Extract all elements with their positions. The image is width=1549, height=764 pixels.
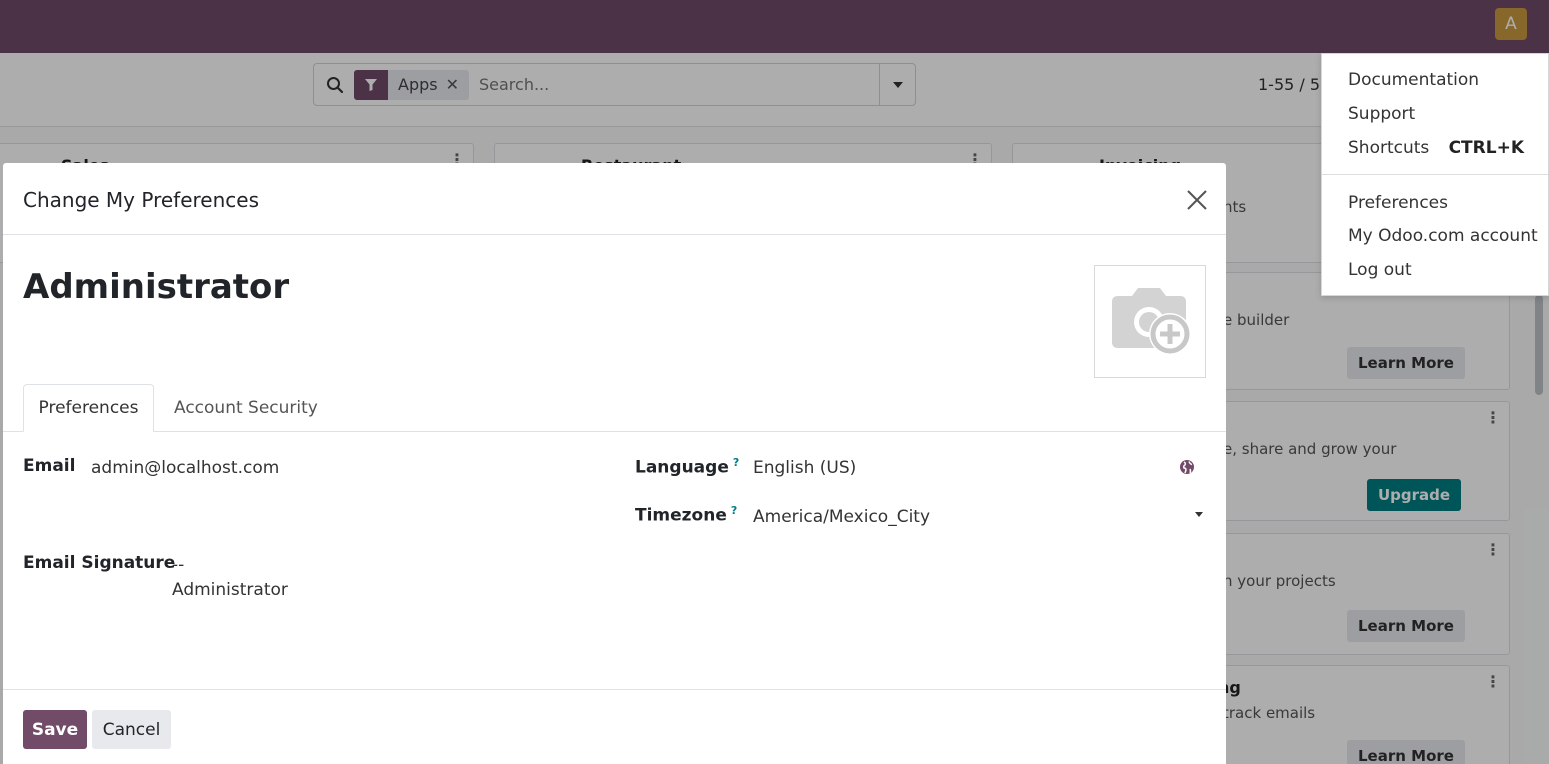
language-select[interactable]: English (US) [753, 458, 856, 478]
menu-item-preferences[interactable]: Preferences [1348, 193, 1448, 213]
email-label: Email [23, 456, 76, 476]
user-menu-dropdown: Documentation Support Shortcuts CTRL+K P… [1321, 53, 1549, 296]
help-tooltip-icon[interactable]: ? [731, 504, 737, 517]
tab-account-security[interactable]: Account Security [154, 384, 338, 432]
menu-divider [1322, 174, 1548, 175]
close-icon[interactable] [1185, 188, 1209, 212]
menu-item-shortcuts[interactable]: Shortcuts [1348, 138, 1429, 158]
cancel-button[interactable]: Cancel [92, 710, 171, 749]
language-label: Language? [635, 456, 739, 478]
shortcut-key: CTRL+K [1448, 138, 1524, 158]
camera-plus-icon [1112, 287, 1191, 355]
menu-item-documentation[interactable]: Documentation [1348, 70, 1479, 90]
header-divider [3, 234, 1226, 235]
timezone-select[interactable]: America/Mexico_City [753, 507, 930, 527]
save-button[interactable]: Save [23, 710, 87, 749]
signature-line: -- [172, 555, 185, 575]
menu-item-logout[interactable]: Log out [1348, 260, 1412, 280]
email-field[interactable]: admin@localhost.com [91, 458, 279, 478]
dialog-title: Change My Preferences [23, 188, 260, 212]
menu-item-odoo-account[interactable]: My Odoo.com account [1348, 226, 1538, 246]
preferences-dialog: Change My Preferences Administrator Pref… [3, 163, 1226, 764]
email-signature-label: Email Signature [23, 553, 176, 573]
timezone-label-text: Timezone [635, 505, 727, 526]
caret-down-icon[interactable] [1195, 512, 1203, 517]
footer-divider [3, 689, 1226, 690]
globe-icon[interactable] [1179, 459, 1195, 475]
signature-line: Administrator [172, 580, 288, 600]
help-tooltip-icon[interactable]: ? [733, 456, 739, 469]
menu-item-support[interactable]: Support [1348, 104, 1415, 124]
user-name-heading: Administrator [23, 267, 290, 307]
email-signature-field[interactable]: -- Administrator [172, 555, 472, 605]
avatar-upload[interactable] [1094, 265, 1206, 378]
tab-preferences[interactable]: Preferences [23, 384, 154, 432]
timezone-label: Timezone? [635, 504, 737, 526]
language-label-text: Language [635, 457, 729, 478]
